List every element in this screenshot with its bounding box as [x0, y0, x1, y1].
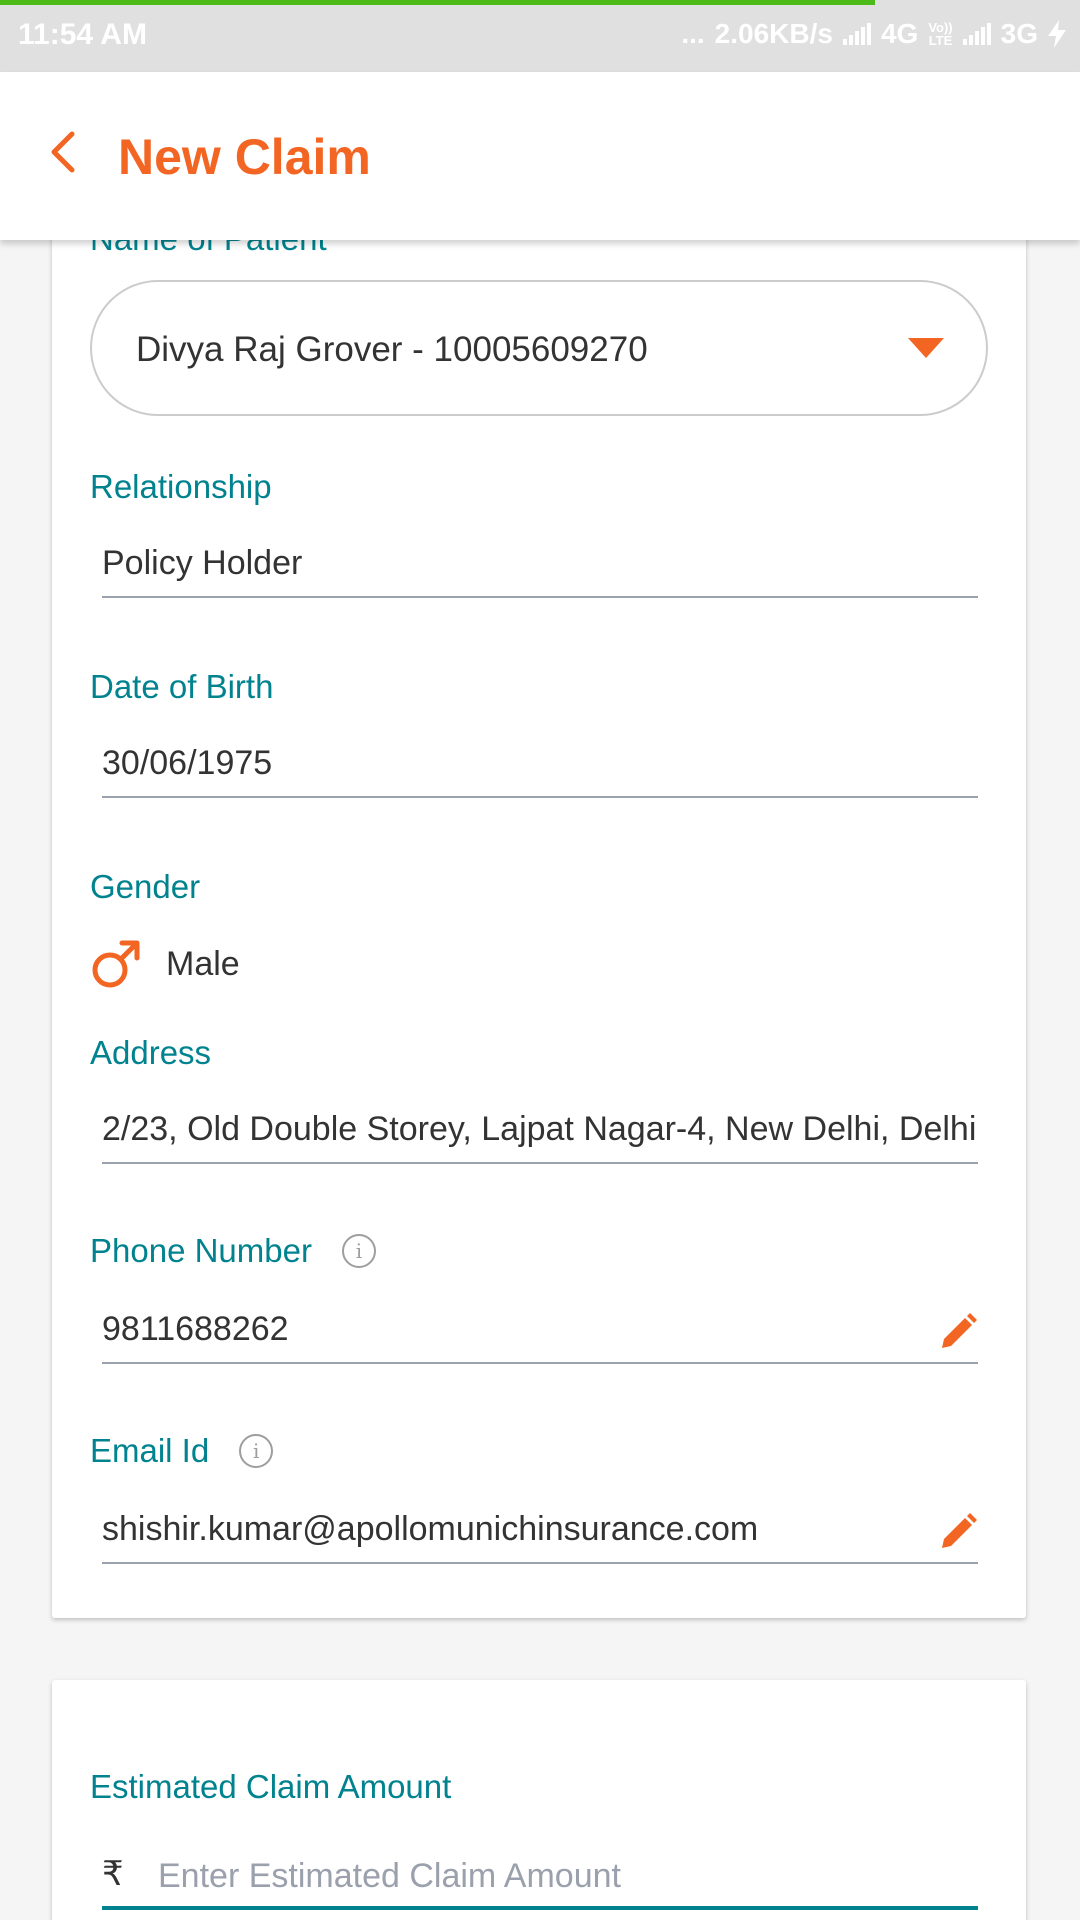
- signal-icon-secondary: [962, 23, 991, 45]
- gender-display: Male: [90, 938, 240, 990]
- email-field[interactable]: shishir.kumar@apollomunichinsurance.com: [102, 1506, 978, 1564]
- chevron-left-icon: [51, 131, 75, 173]
- signal-icon: [842, 23, 871, 45]
- phone-field[interactable]: 9811688262: [102, 1306, 978, 1364]
- dob-field[interactable]: 30/06/1975: [102, 740, 978, 798]
- pencil-icon[interactable]: [938, 1312, 978, 1352]
- email-value: shishir.kumar@apollomunichinsurance.com: [102, 1510, 759, 1548]
- patient-details-card: Name of Patient Divya Raj Grover - 10005…: [52, 200, 1026, 1618]
- claim-amount-input[interactable]: [158, 1850, 958, 1902]
- relationship-field[interactable]: Policy Holder: [102, 540, 978, 598]
- back-button[interactable]: [38, 128, 86, 176]
- address-field[interactable]: 2/23, Old Double Storey, Lajpat Nagar-4,…: [102, 1106, 978, 1164]
- claim-amount-label: Estimated Claim Amount: [90, 1768, 452, 1805]
- volte-bottom: LTE: [928, 33, 953, 48]
- pencil-icon[interactable]: [938, 1512, 978, 1552]
- info-icon[interactable]: i: [341, 1234, 376, 1268]
- address-label: Address: [90, 1034, 212, 1071]
- email-label-text: Email Id: [90, 1432, 210, 1469]
- volte-icon: Vo)) LTE: [928, 21, 952, 47]
- address-value: 2/23, Old Double Storey, Lajpat Nagar-4,…: [102, 1110, 978, 1148]
- patient-select[interactable]: Divya Raj Grover - 10005609270: [90, 280, 988, 416]
- status-indicators: ... 2.06KB/s 4G Vo)) LTE 3G: [681, 18, 1066, 50]
- network-type-primary: 4G: [880, 18, 919, 49]
- gender-value: Male: [166, 944, 240, 983]
- status-time: 11:54 AM: [18, 18, 147, 51]
- phone-value: 9811688262: [102, 1310, 289, 1348]
- phone-label-text: Phone Number: [90, 1232, 312, 1269]
- network-type-secondary: 3G: [1000, 18, 1038, 49]
- charging-icon: [1048, 20, 1066, 48]
- caret-down-icon: [908, 338, 944, 358]
- phone-label: Phone Number i: [90, 1232, 376, 1270]
- gender-label: Gender: [90, 868, 201, 905]
- dob-label: Date of Birth: [90, 668, 274, 705]
- relationship-label: Relationship: [90, 468, 272, 505]
- page-load-progress: [0, 0, 875, 5]
- app-bar: New Claim: [0, 72, 1080, 240]
- status-bar: 11:54 AM ... 2.06KB/s 4G Vo)) LTE 3G: [0, 0, 1080, 72]
- info-icon[interactable]: i: [239, 1434, 274, 1468]
- male-icon: [92, 940, 140, 988]
- page-title: New Claim: [118, 129, 371, 185]
- dob-value: 30/06/1975: [102, 744, 273, 782]
- claim-amount-field: ₹: [102, 1850, 978, 1910]
- network-speed: 2.06KB/s: [714, 18, 833, 49]
- relationship-value: Policy Holder: [102, 544, 303, 582]
- rupee-icon: ₹: [102, 1855, 124, 1893]
- status-dots: ...: [681, 18, 705, 49]
- email-label: Email Id i: [90, 1432, 274, 1470]
- claim-amount-card: Estimated Claim Amount ₹: [52, 1680, 1026, 1920]
- patient-select-value: Divya Raj Grover - 10005609270: [136, 330, 648, 369]
